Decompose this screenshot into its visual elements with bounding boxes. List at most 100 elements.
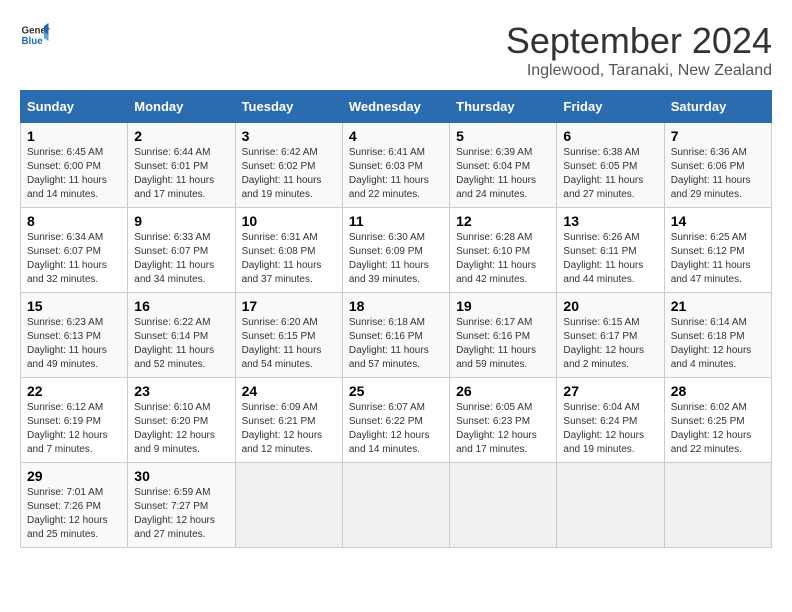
calendar-cell: 20Sunrise: 6:15 AM Sunset: 6:17 PM Dayli…	[557, 293, 664, 378]
svg-text:Blue: Blue	[22, 36, 44, 47]
calendar-cell: 9 Sunrise: 6:33 AM Sunset: 6:07 PM Daylig…	[128, 208, 235, 293]
day-info: Sunrise: 6:25 AM Sunset: 6:12 PM Dayligh…	[671, 231, 765, 287]
calendar-cell: 24 Sunrise: 6:09 AM Sunset: 6:21 PM Dayli…	[235, 378, 342, 463]
day-info: Sunrise: 6:36 AM Sunset: 6:06 PM Dayligh…	[671, 146, 765, 202]
calendar-cell: 6Sunrise: 6:38 AM Sunset: 6:05 PM Daylig…	[557, 123, 664, 208]
day-number: 16	[134, 298, 228, 314]
calendar-week-4: 22 Sunrise: 6:12 AM Sunset: 6:19 PM Dayli…	[21, 378, 772, 463]
day-info: Sunrise: 6:45 AM Sunset: 6:00 PM Dayligh…	[27, 146, 121, 202]
day-number: 27	[563, 383, 657, 399]
calendar-cell	[450, 463, 557, 548]
calendar-cell: 7 Sunrise: 6:36 AM Sunset: 6:06 PM Daylig…	[664, 123, 771, 208]
day-info: Sunrise: 6:31 AM Sunset: 6:08 PM Dayligh…	[242, 231, 336, 287]
calendar-cell: 11 Sunrise: 6:30 AM Sunset: 6:09 PM Dayli…	[342, 208, 449, 293]
day-info: Sunrise: 6:44 AM Sunset: 6:01 PM Dayligh…	[134, 146, 228, 202]
page-header: General Blue September 2024 Inglewood, T…	[20, 20, 772, 80]
day-number: 21	[671, 298, 765, 314]
day-number: 24	[242, 383, 336, 399]
calendar-cell: 25 Sunrise: 6:07 AM Sunset: 6:22 PM Dayli…	[342, 378, 449, 463]
calendar-header-row: SundayMondayTuesdayWednesdayThursdayFrid…	[21, 91, 772, 123]
day-info: Sunrise: 6:39 AM Sunset: 6:04 PM Dayligh…	[456, 146, 550, 202]
calendar-cell	[235, 463, 342, 548]
day-info: Sunrise: 6:22 AM Sunset: 6:14 PM Dayligh…	[134, 316, 228, 372]
calendar-cell: 23 Sunrise: 6:10 AM Sunset: 6:20 PM Dayli…	[128, 378, 235, 463]
month-title: September 2024	[506, 20, 772, 62]
day-info: Sunrise: 6:26 AM Sunset: 6:11 PM Dayligh…	[563, 231, 657, 287]
location: Inglewood, Taranaki, New Zealand	[506, 62, 772, 80]
day-info: Sunrise: 6:23 AM Sunset: 6:13 PM Dayligh…	[27, 316, 121, 372]
calendar-cell: 1 Sunrise: 6:45 AM Sunset: 6:00 PM Daylig…	[21, 123, 128, 208]
calendar-week-3: 15 Sunrise: 6:23 AM Sunset: 6:13 PM Dayli…	[21, 293, 772, 378]
day-number: 3	[242, 128, 336, 144]
day-number: 9	[134, 213, 228, 229]
title-block: September 2024 Inglewood, Taranaki, New …	[506, 20, 772, 80]
day-number: 7	[671, 128, 765, 144]
calendar-cell: 3 Sunrise: 6:42 AM Sunset: 6:02 PM Daylig…	[235, 123, 342, 208]
calendar-body: 1 Sunrise: 6:45 AM Sunset: 6:00 PM Daylig…	[21, 123, 772, 548]
day-number: 17	[242, 298, 336, 314]
calendar-cell: 29 Sunrise: 7:01 AM Sunset: 7:26 PM Dayli…	[21, 463, 128, 548]
day-number: 25	[349, 383, 443, 399]
day-number: 6	[563, 128, 657, 144]
day-number: 29	[27, 468, 121, 484]
day-number: 22	[27, 383, 121, 399]
day-info: Sunrise: 6:33 AM Sunset: 6:07 PM Dayligh…	[134, 231, 228, 287]
day-info: Sunrise: 6:09 AM Sunset: 6:21 PM Dayligh…	[242, 401, 336, 457]
calendar-week-1: 1 Sunrise: 6:45 AM Sunset: 6:00 PM Daylig…	[21, 123, 772, 208]
day-info: Sunrise: 6:07 AM Sunset: 6:22 PM Dayligh…	[349, 401, 443, 457]
calendar-cell: 28 Sunrise: 6:02 AM Sunset: 6:25 PM Dayli…	[664, 378, 771, 463]
day-info: Sunrise: 6:30 AM Sunset: 6:09 PM Dayligh…	[349, 231, 443, 287]
day-number: 1	[27, 128, 121, 144]
day-info: Sunrise: 6:10 AM Sunset: 6:20 PM Dayligh…	[134, 401, 228, 457]
day-info: Sunrise: 6:59 AM Sunset: 7:27 PM Dayligh…	[134, 486, 228, 542]
day-number: 12	[456, 213, 550, 229]
day-number: 13	[563, 213, 657, 229]
day-info: Sunrise: 6:18 AM Sunset: 6:16 PM Dayligh…	[349, 316, 443, 372]
calendar-cell: 8Sunrise: 6:34 AM Sunset: 6:07 PM Daylig…	[21, 208, 128, 293]
day-number: 14	[671, 213, 765, 229]
calendar-cell: 19Sunrise: 6:17 AM Sunset: 6:16 PM Dayli…	[450, 293, 557, 378]
calendar-cell: 13 Sunrise: 6:26 AM Sunset: 6:11 PM Dayli…	[557, 208, 664, 293]
col-header-tuesday: Tuesday	[235, 91, 342, 123]
day-number: 28	[671, 383, 765, 399]
logo-icon: General Blue	[20, 20, 50, 50]
day-info: Sunrise: 6:04 AM Sunset: 6:24 PM Dayligh…	[563, 401, 657, 457]
day-number: 2	[134, 128, 228, 144]
day-info: Sunrise: 7:01 AM Sunset: 7:26 PM Dayligh…	[27, 486, 121, 542]
calendar-cell: 4 Sunrise: 6:41 AM Sunset: 6:03 PM Daylig…	[342, 123, 449, 208]
day-number: 10	[242, 213, 336, 229]
day-info: Sunrise: 6:17 AM Sunset: 6:16 PM Dayligh…	[456, 316, 550, 372]
col-header-sunday: Sunday	[21, 91, 128, 123]
day-number: 15	[27, 298, 121, 314]
logo: General Blue	[20, 20, 50, 50]
day-number: 23	[134, 383, 228, 399]
day-number: 5	[456, 128, 550, 144]
calendar-week-5: 29 Sunrise: 7:01 AM Sunset: 7:26 PM Dayli…	[21, 463, 772, 548]
calendar-cell: 27 Sunrise: 6:04 AM Sunset: 6:24 PM Dayli…	[557, 378, 664, 463]
calendar-cell: 2 Sunrise: 6:44 AM Sunset: 6:01 PM Daylig…	[128, 123, 235, 208]
calendar-table: SundayMondayTuesdayWednesdayThursdayFrid…	[20, 90, 772, 548]
calendar-cell: 22 Sunrise: 6:12 AM Sunset: 6:19 PM Dayli…	[21, 378, 128, 463]
day-info: Sunrise: 6:15 AM Sunset: 6:17 PM Dayligh…	[563, 316, 657, 372]
col-header-saturday: Saturday	[664, 91, 771, 123]
calendar-cell	[557, 463, 664, 548]
day-number: 4	[349, 128, 443, 144]
day-info: Sunrise: 6:12 AM Sunset: 6:19 PM Dayligh…	[27, 401, 121, 457]
day-number: 30	[134, 468, 228, 484]
day-number: 11	[349, 213, 443, 229]
day-number: 18	[349, 298, 443, 314]
calendar-cell	[342, 463, 449, 548]
calendar-cell: 10 Sunrise: 6:31 AM Sunset: 6:08 PM Dayli…	[235, 208, 342, 293]
day-info: Sunrise: 6:42 AM Sunset: 6:02 PM Dayligh…	[242, 146, 336, 202]
calendar-cell: 12 Sunrise: 6:28 AM Sunset: 6:10 PM Dayli…	[450, 208, 557, 293]
day-info: Sunrise: 6:34 AM Sunset: 6:07 PM Dayligh…	[27, 231, 121, 287]
calendar-cell	[664, 463, 771, 548]
day-info: Sunrise: 6:41 AM Sunset: 6:03 PM Dayligh…	[349, 146, 443, 202]
calendar-cell: 21Sunrise: 6:14 AM Sunset: 6:18 PM Dayli…	[664, 293, 771, 378]
calendar-cell: 14 Sunrise: 6:25 AM Sunset: 6:12 PM Dayli…	[664, 208, 771, 293]
calendar-cell: 5 Sunrise: 6:39 AM Sunset: 6:04 PM Daylig…	[450, 123, 557, 208]
calendar-cell: 26Sunrise: 6:05 AM Sunset: 6:23 PM Dayli…	[450, 378, 557, 463]
day-info: Sunrise: 6:02 AM Sunset: 6:25 PM Dayligh…	[671, 401, 765, 457]
day-info: Sunrise: 6:28 AM Sunset: 6:10 PM Dayligh…	[456, 231, 550, 287]
day-info: Sunrise: 6:05 AM Sunset: 6:23 PM Dayligh…	[456, 401, 550, 457]
